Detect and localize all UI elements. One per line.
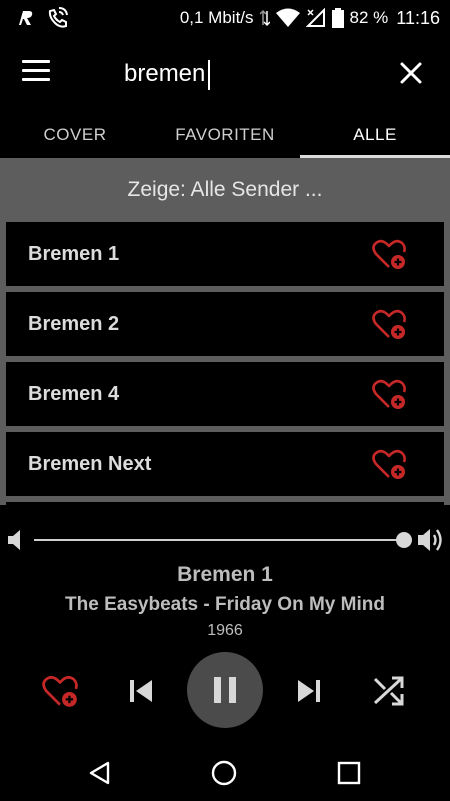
station-name: Bremen 1 — [28, 242, 120, 265]
data-arrows-icon — [259, 9, 270, 27]
text-cursor — [208, 60, 210, 90]
tab-favoriten[interactable]: FAVORITEN — [150, 112, 300, 158]
heart-add-icon[interactable] — [372, 308, 408, 342]
station-list[interactable]: Zeige: Alle Sender ... Bremen 1 Bremen 2… — [0, 158, 450, 505]
volume-slider-thumb[interactable] — [396, 532, 412, 548]
battery-icon — [331, 8, 344, 28]
skip-next-icon[interactable] — [294, 678, 322, 704]
station-name: Bremen 2 — [28, 312, 120, 335]
station-row[interactable]: Bremen 4 — [6, 362, 444, 426]
clock: 11:16 — [396, 7, 440, 28]
now-playing-year: 1966 — [207, 622, 243, 639]
home-circle-icon[interactable] — [206, 755, 242, 791]
hamburger-menu-icon[interactable] — [22, 60, 54, 86]
playback-controls — [0, 650, 450, 730]
app-bar — [0, 36, 450, 112]
station-name: Bremen Next — [28, 452, 152, 475]
tab-alle[interactable]: ALLE — [300, 112, 450, 158]
battery-percent: 82 % — [349, 8, 389, 27]
phone-wifi-icon — [48, 7, 68, 28]
shuffle-icon[interactable] — [372, 674, 406, 708]
filter-header[interactable]: Zeige: Alle Sender ... — [0, 158, 450, 222]
volume-slider-track[interactable] — [34, 539, 404, 541]
network-speed: 0,1 Mbit/s — [179, 8, 254, 27]
r-logo-icon — [19, 11, 33, 25]
system-nav-bar — [0, 745, 450, 801]
heart-add-icon[interactable] — [372, 378, 408, 412]
heart-add-icon[interactable] — [372, 448, 408, 482]
close-icon[interactable] — [396, 58, 426, 88]
tab-cover[interactable]: COVER — [0, 112, 150, 158]
back-triangle-icon[interactable] — [82, 755, 118, 791]
now-playing-track: The Easybeats - Friday On My Mind — [65, 594, 385, 615]
status-bar: 0,1 Mbit/s 82 % 11:16 — [0, 0, 450, 36]
mobile-signal-icon — [305, 8, 325, 27]
station-row[interactable]: Bremen Next — [6, 432, 444, 496]
volume-low-icon — [8, 530, 20, 550]
search-input[interactable] — [118, 54, 368, 94]
pause-icon — [214, 677, 236, 703]
wifi-icon — [275, 8, 300, 27]
volume-control — [0, 525, 450, 555]
station-name: Bremen 4 — [28, 382, 120, 405]
now-playing-station: Bremen 1 — [177, 563, 273, 586]
player-panel: Bremen 1 The Easybeats - Friday On My Mi… — [0, 505, 450, 745]
skip-previous-icon[interactable] — [128, 678, 156, 704]
heart-add-icon[interactable] — [372, 238, 408, 272]
station-row[interactable]: Bremen 2 — [6, 292, 444, 356]
pause-button[interactable] — [187, 652, 263, 728]
station-row[interactable]: Bremen 1 — [6, 222, 444, 286]
tab-bar: COVER FAVORITEN ALLE — [0, 112, 450, 158]
heart-add-icon[interactable] — [42, 674, 80, 710]
volume-high-icon — [418, 529, 442, 551]
recents-square-icon[interactable] — [331, 755, 367, 791]
